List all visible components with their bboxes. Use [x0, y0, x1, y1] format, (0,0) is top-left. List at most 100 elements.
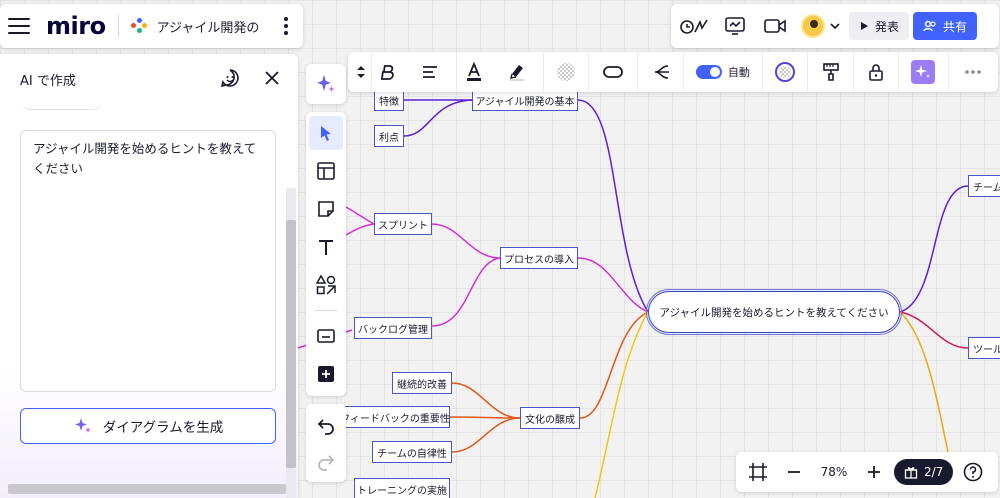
mindmap-root-node[interactable]: アジャイル開発を始めるヒントを教えてください	[646, 289, 902, 335]
redo-button[interactable]	[309, 446, 343, 478]
node-kaizen[interactable]: 継続的改善	[392, 372, 452, 394]
zoom-controls: 78% 2/7	[736, 452, 998, 492]
miro-logo[interactable]: miro	[46, 12, 106, 40]
highlighter-icon	[510, 65, 525, 81]
user-menu[interactable]	[797, 9, 845, 43]
cursor-icon	[321, 126, 331, 141]
activity-icon[interactable]	[717, 9, 753, 43]
generate-diagram-label: ダイアグラムを生成	[102, 420, 224, 436]
redo-icon	[318, 455, 335, 471]
frame-fit-icon	[749, 463, 767, 481]
select-tool[interactable]	[309, 116, 343, 150]
zoom-level[interactable]: 78%	[814, 465, 854, 479]
chevron-down-icon	[830, 23, 840, 30]
link-root-yellow-right	[899, 311, 953, 471]
text-color-button[interactable]	[457, 52, 493, 92]
rounded-rect-icon	[603, 66, 624, 78]
ai-prompt-input[interactable]: アジャイル開発を始めるヒントを教えてください	[20, 130, 276, 392]
color-swatch-icon	[775, 62, 796, 82]
auto-layout-toggle[interactable]: 自動	[684, 52, 763, 92]
font-size-stepper[interactable]	[352, 52, 372, 92]
more-options-icon[interactable]	[277, 17, 295, 35]
lock-icon	[869, 64, 883, 81]
vertical-scrollbar[interactable]	[286, 220, 296, 468]
node-basics[interactable]: アジャイル開発の基本	[472, 89, 578, 111]
link-root-yellow	[594, 311, 649, 498]
fill-color-button[interactable]	[544, 52, 590, 92]
menu-icon[interactable]	[8, 18, 30, 34]
more-context-options[interactable]	[949, 52, 998, 92]
node-sprint[interactable]: スプリント	[374, 213, 432, 235]
share-label: 共有	[943, 19, 968, 34]
link-process-backlog	[431, 257, 501, 327]
sticky-note-icon	[318, 201, 334, 217]
topbar-right: 発表 共有	[671, 4, 999, 48]
plus-icon	[868, 466, 880, 478]
node-autonomy[interactable]: チームの自律性	[372, 441, 452, 463]
toggle-switch[interactable]	[695, 65, 722, 79]
fit-to-screen-button[interactable]	[742, 455, 774, 489]
layout-icon	[317, 162, 335, 180]
frame-tool[interactable]	[309, 319, 343, 353]
node-feature[interactable]: 特徴	[374, 89, 404, 111]
text-tool[interactable]	[309, 230, 343, 264]
text-align-button[interactable]	[403, 52, 457, 92]
play-icon	[861, 22, 868, 30]
templates-tool[interactable]	[309, 154, 343, 188]
stepper-arrows-icon	[357, 66, 366, 78]
auto-label: 自動	[727, 66, 750, 79]
present-button[interactable]: 発表	[849, 12, 910, 40]
shapes-tool[interactable]	[309, 268, 343, 302]
gift-icon	[904, 467, 918, 479]
shape-style-button[interactable]	[589, 52, 639, 92]
page-indicator: 2/7	[924, 465, 944, 479]
history-toolbar	[306, 404, 346, 482]
shapes-icon	[315, 274, 336, 295]
link-root-tool	[899, 311, 969, 349]
reactions-icon[interactable]	[677, 9, 713, 43]
bold-button[interactable]	[372, 52, 404, 92]
topbar-left: miro アジャイル開発の	[0, 4, 303, 48]
branch-style-button[interactable]	[638, 52, 684, 92]
undo-button[interactable]	[309, 410, 343, 442]
people-icon	[923, 20, 936, 32]
border-color-button[interactable]	[763, 52, 809, 92]
sparkle-icon	[74, 418, 91, 433]
node-feedback[interactable]: フィードバックの重要性	[340, 406, 450, 428]
sticky-note-tool[interactable]	[309, 192, 343, 226]
generate-diagram-button[interactable]: ダイアグラムを生成	[20, 408, 276, 444]
ai-panel-title: AI で作成	[20, 74, 76, 89]
previous-card-edge	[22, 102, 102, 110]
video-call-icon[interactable]	[757, 9, 793, 43]
node-team-right[interactable]: チーム	[968, 175, 1000, 197]
presentation-page-button[interactable]: 2/7	[894, 459, 954, 485]
zoom-out-button[interactable]	[780, 455, 808, 489]
node-culture[interactable]: 文化の醸成	[520, 407, 580, 429]
highlight-button[interactable]	[492, 52, 544, 92]
node-benefit[interactable]: 利点	[374, 125, 404, 147]
node-training[interactable]: トレーニングの実施	[354, 478, 450, 498]
divider	[117, 15, 119, 37]
board-title[interactable]: アジャイル開発の	[157, 17, 277, 36]
format-painter-button[interactable]	[808, 52, 854, 92]
link-root-team	[899, 185, 969, 313]
horizontal-scrollbar[interactable]	[8, 484, 286, 494]
more-tools-button[interactable]	[309, 357, 343, 391]
node-backlog[interactable]: バックログ管理	[354, 317, 432, 339]
lock-button[interactable]	[854, 52, 900, 92]
branch-icon	[654, 65, 669, 79]
node-process[interactable]: プロセスの導入	[500, 247, 578, 269]
node-tool-right[interactable]: ツール	[968, 337, 1000, 359]
ai-assist-button[interactable]	[899, 52, 949, 92]
card-icon	[317, 329, 335, 343]
link-root-culture	[579, 311, 649, 419]
share-button[interactable]: 共有	[913, 12, 978, 40]
feedback-smile-icon[interactable]	[220, 68, 240, 88]
help-button[interactable]	[959, 455, 987, 489]
zoom-in-button[interactable]	[860, 455, 888, 489]
ai-sparkle-icon[interactable]	[315, 73, 337, 95]
minus-icon	[788, 471, 800, 473]
link-sprint-left1	[343, 205, 375, 225]
close-icon[interactable]	[263, 69, 281, 87]
present-label: 発表	[875, 19, 900, 34]
